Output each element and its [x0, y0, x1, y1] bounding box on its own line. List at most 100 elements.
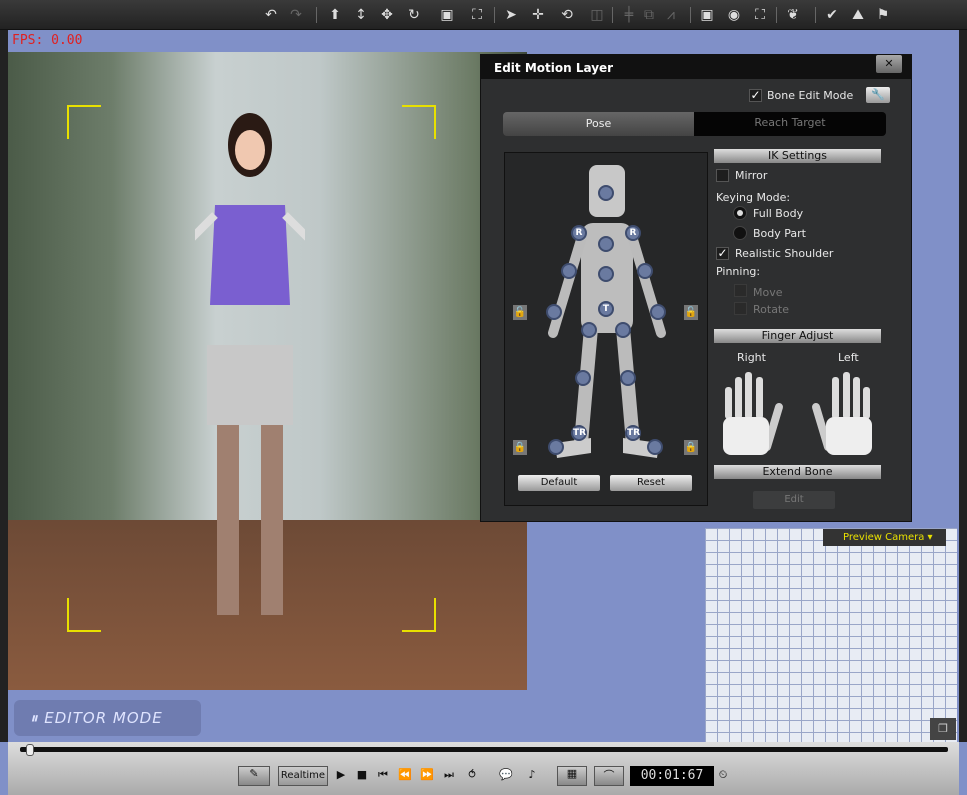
full-body-label: Full Body	[753, 207, 804, 220]
joint-left-knee[interactable]	[620, 370, 636, 386]
joint-right-hip[interactable]	[581, 322, 597, 338]
bone-edit-mode-checkbox[interactable]: ✓	[749, 89, 762, 102]
preview-camera-view[interactable]	[705, 528, 957, 743]
joint-left-hip[interactable]	[615, 322, 631, 338]
play-icon[interactable]: ▶	[332, 768, 350, 781]
move-vertical-icon[interactable]: ↕	[352, 6, 370, 24]
music-icon[interactable]: ♪	[523, 768, 541, 781]
transform-icon[interactable]: ✛	[529, 6, 547, 24]
left-hand-label: Left	[838, 351, 859, 364]
mirror-checkbox[interactable]	[716, 169, 729, 182]
joint-left-toe[interactable]	[647, 439, 663, 455]
restore-window-icon[interactable]: ❐	[930, 718, 956, 740]
dialog-title: Edit Motion Layer	[481, 55, 911, 79]
undo-icon[interactable]: ↶	[262, 6, 280, 24]
joint-chest[interactable]	[598, 236, 614, 252]
speech-icon[interactable]: 💬	[497, 768, 515, 781]
separator	[316, 7, 317, 23]
separator	[494, 7, 495, 23]
right-hand-icon[interactable]	[719, 367, 791, 459]
time-display[interactable]: 00:01:67	[630, 766, 714, 786]
select-icon[interactable]: ➤	[502, 6, 520, 24]
lock-icon[interactable]: 🔓	[513, 305, 527, 320]
camera-arc-icon[interactable]: ⌒	[594, 766, 624, 786]
joint-spine[interactable]	[598, 266, 614, 282]
joint-right-shoulder[interactable]: R	[571, 225, 587, 241]
timeline-handle[interactable]	[26, 744, 34, 756]
previous-frame-icon[interactable]: ⏮	[374, 768, 392, 782]
flag-icon[interactable]: ⚑	[874, 6, 892, 24]
box-icon[interactable]: ▣	[438, 6, 456, 24]
joint-head[interactable]	[598, 185, 614, 201]
separator	[815, 7, 816, 23]
fit-icon[interactable]: ⛶	[751, 6, 769, 24]
tab-pose[interactable]: Pose	[503, 112, 694, 136]
joint-left-hand[interactable]	[650, 304, 666, 320]
path-icon[interactable]: ⩘	[662, 6, 680, 24]
pin-rotate-label: Rotate	[753, 303, 790, 316]
terrain-icon[interactable]: ⛰	[849, 6, 867, 24]
edit-button[interactable]: Edit	[753, 491, 835, 509]
joint-right-elbow[interactable]	[561, 263, 577, 279]
default-button[interactable]: Default	[518, 475, 600, 491]
timeline-window-icon[interactable]: ▦	[557, 766, 587, 786]
joint-pelvis[interactable]: T	[598, 301, 614, 317]
extend-bone-header: Extend Bone	[714, 465, 881, 479]
window-icon[interactable]: ▣	[698, 6, 716, 24]
wrench-icon[interactable]: 🔧	[866, 87, 890, 103]
motion-pencil-icon[interactable]: ✎	[238, 766, 270, 786]
fast-forward-icon[interactable]: ⏩	[418, 768, 436, 781]
feather-icon[interactable]: ❦	[784, 6, 802, 24]
stop-icon[interactable]: ■	[353, 768, 371, 781]
frame-icon[interactable]: ⛶	[468, 6, 486, 24]
close-button[interactable]: ✕	[876, 55, 902, 73]
lock-icon[interactable]: 🔒	[513, 440, 527, 455]
rotate-icon[interactable]: ↻	[405, 6, 423, 24]
reset-button[interactable]: Reset	[610, 475, 692, 491]
rewind-icon[interactable]: ⏪	[396, 768, 414, 781]
preview-camera-dropdown[interactable]: Preview Camera ▾	[823, 529, 946, 546]
next-frame-icon[interactable]: ⏭	[440, 768, 458, 782]
editor-mode-badge[interactable]: ⏸ EDITOR MODE	[14, 700, 201, 736]
lock-icon[interactable]: 🔒	[684, 440, 698, 455]
character-model[interactable]	[195, 105, 305, 625]
copy-icon[interactable]: ⧉	[640, 6, 658, 24]
view-icon[interactable]: ◉	[725, 6, 743, 24]
pin-move-checkbox[interactable]	[734, 284, 747, 297]
ik-settings-header: IK Settings	[714, 149, 881, 163]
loop-icon[interactable]: ⥀	[463, 768, 481, 781]
joint-left-shoulder[interactable]: R	[625, 225, 641, 241]
joint-right-toe[interactable]	[548, 439, 564, 455]
timeline-slider[interactable]	[20, 747, 948, 752]
joint-left-ankle[interactable]: TR	[625, 425, 641, 441]
rotate-view-icon[interactable]: ⟲	[558, 6, 576, 24]
realtime-button[interactable]: Realtime	[278, 766, 328, 786]
fps-readout: FPS: 0.00	[12, 33, 83, 48]
tab-reach-target[interactable]: Reach Target	[694, 112, 886, 136]
keying-mode-label: Keying Mode:	[716, 191, 791, 204]
left-hand-icon[interactable]	[804, 367, 876, 459]
pin-rotate-checkbox[interactable]	[734, 302, 747, 315]
joint-right-ankle[interactable]: TR	[571, 425, 587, 441]
move-up-icon[interactable]: ⬆	[326, 6, 344, 24]
joint-right-hand[interactable]	[546, 304, 562, 320]
bone-edit-mode-label: Bone Edit Mode	[767, 89, 854, 102]
scale-icon[interactable]: ◫	[588, 6, 606, 24]
left-panel-edge[interactable]	[0, 30, 8, 742]
check-icon[interactable]: ✔	[823, 6, 841, 24]
realistic-shoulder-checkbox[interactable]: ✓	[716, 247, 729, 260]
realistic-shoulder-label: Realistic Shoulder	[735, 247, 834, 260]
move-all-icon[interactable]: ✥	[378, 6, 396, 24]
joint-right-knee[interactable]	[575, 370, 591, 386]
body-map-panel: R R T TR TR 🔓 🔓 🔒 🔒 Default Reset	[504, 152, 708, 506]
right-hand-label: Right	[737, 351, 766, 364]
lock-icon[interactable]: 🔓	[684, 305, 698, 320]
body-part-radio[interactable]	[733, 226, 747, 240]
frame-corner	[67, 598, 101, 632]
right-panel-edge[interactable]	[959, 30, 967, 742]
clock-icon[interactable]: ⏲	[714, 768, 732, 782]
full-body-radio[interactable]	[733, 206, 747, 220]
joint-left-elbow[interactable]	[637, 263, 653, 279]
align-icon[interactable]: ╪	[620, 6, 638, 24]
redo-icon[interactable]: ↷	[287, 6, 305, 24]
